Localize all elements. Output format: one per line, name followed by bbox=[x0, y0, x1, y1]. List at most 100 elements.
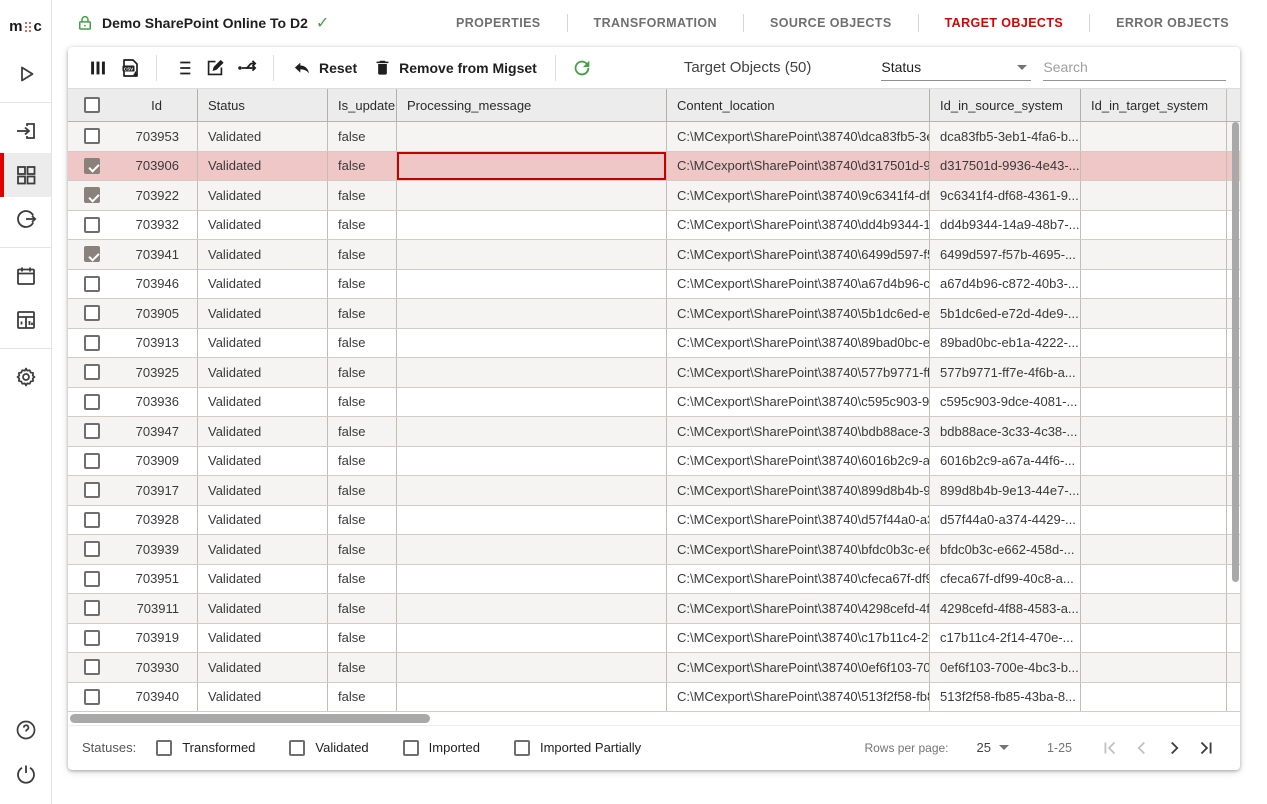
status-filter-imported[interactable]: Imported bbox=[403, 740, 480, 756]
last-page-button[interactable] bbox=[1190, 732, 1222, 764]
tab-source-objects[interactable]: SOURCE OBJECTS bbox=[744, 16, 918, 30]
rows-per-page-select[interactable]: 25 bbox=[977, 740, 1013, 755]
validated-checkbox[interactable] bbox=[289, 740, 305, 756]
sidebar-item-dashboard[interactable] bbox=[0, 298, 51, 342]
col-header-is-update[interactable]: Is_update bbox=[328, 89, 397, 121]
row-checkbox[interactable] bbox=[84, 364, 100, 380]
col-header-id-in-target-system[interactable]: Id_in_target_system bbox=[1081, 89, 1227, 121]
status-filter-imported-partially[interactable]: Imported Partially bbox=[514, 740, 641, 756]
status-filter-transformed[interactable]: Transformed bbox=[156, 740, 255, 756]
table-row[interactable]: 703932ValidatedfalseC:\MCexport\SharePoi… bbox=[68, 211, 1240, 241]
row-checkbox[interactable] bbox=[84, 600, 100, 616]
table-row[interactable]: 703930ValidatedfalseC:\MCexport\SharePoi… bbox=[68, 653, 1240, 683]
cell-id-in-target-system bbox=[1081, 240, 1227, 269]
table-row[interactable]: 703928ValidatedfalseC:\MCexport\SharePoi… bbox=[68, 506, 1240, 536]
sidebar-item-logout[interactable] bbox=[0, 752, 51, 796]
sidebar-item-settings[interactable] bbox=[0, 355, 51, 399]
table-row[interactable]: 703917ValidatedfalseC:\MCexport\SharePoi… bbox=[68, 476, 1240, 506]
col-header-id-in-source-system[interactable]: Id_in_source_system bbox=[930, 89, 1081, 121]
table-row[interactable]: 703913ValidatedfalseC:\MCexport\SharePoi… bbox=[68, 329, 1240, 359]
sidebar-item-importers[interactable] bbox=[0, 197, 51, 241]
col-header-content-location[interactable]: Content_location bbox=[667, 89, 930, 121]
table-row[interactable]: 703925ValidatedfalseC:\MCexport\SharePoi… bbox=[68, 358, 1240, 388]
table-row[interactable]: 703922ValidatedfalseC:\MCexport\SharePoi… bbox=[68, 181, 1240, 211]
sidebar-item-migsets[interactable] bbox=[0, 153, 51, 197]
imported-partially-checkbox[interactable] bbox=[514, 740, 530, 756]
table-row[interactable]: 703951ValidatedfalseC:\MCexport\SharePoi… bbox=[68, 565, 1240, 595]
row-checkbox[interactable] bbox=[84, 276, 100, 292]
next-page-button[interactable] bbox=[1158, 732, 1190, 764]
table-row[interactable]: 703909ValidatedfalseC:\MCexport\SharePoi… bbox=[68, 447, 1240, 477]
columns-button[interactable] bbox=[82, 52, 114, 84]
rows-per-page-label: Rows per page: bbox=[864, 741, 948, 755]
tab-transformation[interactable]: TRANSFORMATION bbox=[568, 16, 743, 30]
cell-id: 703911 bbox=[116, 594, 198, 623]
row-checkbox[interactable] bbox=[84, 482, 100, 498]
table-row[interactable]: 703936ValidatedfalseC:\MCexport\SharePoi… bbox=[68, 388, 1240, 418]
table-row[interactable]: 703905ValidatedfalseC:\MCexport\SharePoi… bbox=[68, 299, 1240, 329]
edit-attributes-button[interactable] bbox=[199, 52, 231, 84]
row-checkbox[interactable] bbox=[84, 217, 100, 233]
row-checkbox[interactable] bbox=[84, 571, 100, 587]
previous-page-button[interactable] bbox=[1126, 732, 1158, 764]
tab-properties[interactable]: PROPERTIES bbox=[430, 16, 567, 30]
table-row[interactable]: 703941ValidatedfalseC:\MCexport\SharePoi… bbox=[68, 240, 1240, 270]
row-checkbox[interactable] bbox=[84, 630, 100, 646]
vertical-scrollbar-thumb[interactable] bbox=[1232, 122, 1239, 582]
row-checkbox[interactable] bbox=[84, 512, 100, 528]
split-migset-button[interactable] bbox=[231, 52, 263, 84]
row-checkbox[interactable] bbox=[84, 305, 100, 321]
table-row[interactable]: 703919ValidatedfalseC:\MCexport\SharePoi… bbox=[68, 624, 1240, 654]
row-checkbox[interactable] bbox=[84, 659, 100, 675]
sidebar-item-scheduler[interactable] bbox=[0, 254, 51, 298]
status-filter-validated[interactable]: Validated bbox=[289, 740, 368, 756]
cell-content-location: C:\MCexport\SharePoint\38740\5b1dc6ed-e7… bbox=[667, 299, 930, 328]
sidebar-item-run[interactable] bbox=[0, 52, 51, 96]
sidebar-item-help[interactable] bbox=[0, 708, 51, 752]
tab-target-objects[interactable]: TARGET OBJECTS bbox=[919, 16, 1090, 30]
row-checkbox[interactable] bbox=[84, 689, 100, 705]
row-checkbox[interactable] bbox=[84, 158, 100, 174]
table-row[interactable]: 703946ValidatedfalseC:\MCexport\SharePoi… bbox=[68, 270, 1240, 300]
table-body: 703953ValidatedfalseC:\MCexport\SharePoi… bbox=[68, 122, 1240, 712]
table-row[interactable]: 703911ValidatedfalseC:\MCexport\SharePoi… bbox=[68, 594, 1240, 624]
table-row[interactable]: 703940ValidatedfalseC:\MCexport\SharePoi… bbox=[68, 683, 1240, 713]
row-checkbox[interactable] bbox=[84, 541, 100, 557]
row-checkbox[interactable] bbox=[84, 453, 100, 469]
transformed-checkbox[interactable] bbox=[156, 740, 172, 756]
row-checkbox[interactable] bbox=[84, 128, 100, 144]
table-row[interactable]: 703947ValidatedfalseC:\MCexport\SharePoi… bbox=[68, 417, 1240, 447]
search-input[interactable] bbox=[1043, 55, 1226, 81]
row-checkbox-cell bbox=[68, 122, 116, 151]
row-checkbox[interactable] bbox=[84, 394, 100, 410]
col-header-processing-message[interactable]: Processing_message bbox=[397, 89, 667, 121]
select-all-checkbox[interactable] bbox=[84, 97, 100, 113]
table-row[interactable]: 703953ValidatedfalseC:\MCexport\SharePoi… bbox=[68, 122, 1240, 152]
horizontal-scrollbar-thumb[interactable] bbox=[70, 714, 430, 723]
row-checkbox[interactable] bbox=[84, 335, 100, 351]
app-logo[interactable]: mc bbox=[0, 0, 51, 52]
attributes-list-button[interactable] bbox=[167, 52, 199, 84]
table-row[interactable]: 703939ValidatedfalseC:\MCexport\SharePoi… bbox=[68, 535, 1240, 565]
vertical-scrollbar[interactable] bbox=[1231, 122, 1240, 712]
table-row[interactable]: 703906ValidatedfalseC:\MCexport\SharePoi… bbox=[68, 152, 1240, 182]
tab-error-objects[interactable]: ERROR OBJECTS bbox=[1090, 16, 1255, 30]
status-filter-select[interactable]: Status bbox=[881, 55, 1031, 81]
horizontal-scrollbar[interactable] bbox=[68, 713, 1240, 725]
first-page-button[interactable] bbox=[1094, 732, 1126, 764]
row-checkbox[interactable] bbox=[84, 187, 100, 203]
cell-processing-message bbox=[397, 506, 667, 535]
sidebar-item-scanners[interactable] bbox=[0, 109, 51, 153]
cell-content-location: C:\MCexport\SharePoint\38740\6016b2c9-a6… bbox=[667, 447, 930, 476]
refresh-button[interactable] bbox=[566, 52, 598, 84]
row-checkbox[interactable] bbox=[84, 423, 100, 439]
imported-checkbox[interactable] bbox=[403, 740, 419, 756]
remove-from-migset-button[interactable]: Remove from Migset bbox=[365, 52, 545, 84]
col-header-id[interactable]: Id bbox=[116, 89, 198, 121]
row-checkbox[interactable] bbox=[84, 246, 100, 262]
migsets-grid-icon bbox=[14, 163, 38, 187]
reset-button[interactable]: Reset bbox=[284, 52, 365, 84]
col-header-status[interactable]: Status bbox=[198, 89, 328, 121]
csv-export-button[interactable]: CSV bbox=[114, 52, 146, 84]
cell-content-location: C:\MCexport\SharePoint\38740\c595c903-9d… bbox=[667, 388, 930, 417]
